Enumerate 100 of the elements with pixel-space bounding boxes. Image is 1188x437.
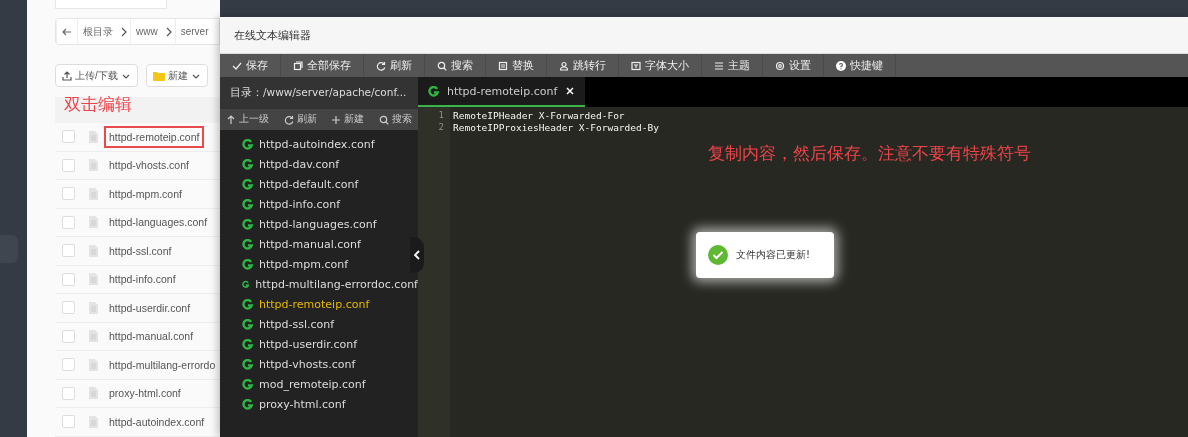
file-icon	[89, 415, 98, 428]
chevron-left-icon	[412, 250, 422, 260]
file-item[interactable]: httpd-info.conf	[259, 197, 341, 211]
search-icon	[378, 114, 389, 125]
dialog-title: 在线文本编辑器	[234, 27, 311, 43]
annotation-text: 复制内容，然后保存。注意不要有特殊符号	[708, 142, 1031, 165]
checkbox[interactable]	[62, 130, 75, 144]
file-item[interactable]: httpd-vhosts.conf	[259, 357, 356, 371]
copy-icon	[293, 60, 303, 71]
sidebar-tool-button[interactable]: 刷新	[283, 113, 317, 126]
g-logo-icon	[242, 318, 253, 330]
file-name[interactable]: httpd-userdir.conf	[104, 296, 196, 319]
breadcrumb-link[interactable]: 根目录	[77, 19, 118, 44]
tab[interactable]	[55, 0, 167, 9]
g-logo-icon	[242, 338, 253, 350]
file-item[interactable]: httpd-languages.conf	[259, 217, 377, 231]
g-logo-icon	[242, 358, 253, 370]
file-item[interactable]: httpd-mpm.conf	[259, 257, 349, 271]
sidebar-tool-button[interactable]: 新建	[331, 113, 365, 126]
g-logo-icon	[242, 258, 253, 270]
file-item[interactable]: mod_remoteip.conf	[259, 377, 366, 391]
g-logo-icon	[242, 138, 253, 150]
file-icon	[89, 187, 98, 200]
g-logo-icon	[242, 398, 253, 410]
font-box-icon	[631, 60, 641, 71]
g-logo-icon	[242, 198, 253, 210]
code-line: RemoteIPHeader X-Forwarded-For	[453, 110, 626, 122]
file-name[interactable]: httpd-languages.conf	[104, 211, 213, 234]
file-icon	[89, 244, 98, 257]
upload-button[interactable]: 上传/下载	[55, 64, 138, 87]
file-icon	[89, 358, 98, 371]
g-logo-icon	[242, 158, 253, 170]
upload-icon	[62, 70, 72, 81]
checkbox[interactable]	[62, 301, 75, 315]
close-icon	[565, 86, 576, 96]
code-line: RemoteIPProxiesHeader X-Forwarded-By	[453, 122, 660, 134]
toast-message: 文件内容已更新!	[736, 248, 810, 262]
file-name[interactable]: httpd-manual.conf	[104, 325, 199, 348]
sidebar-tool-button[interactable]: 上一级	[226, 113, 269, 126]
file-name[interactable]: httpd-vhosts.conf	[104, 154, 194, 177]
back-arrow-icon	[62, 26, 72, 37]
file-name[interactable]: httpd-autoindex.conf	[104, 410, 210, 433]
file-item[interactable]: httpd-manual.conf	[259, 237, 361, 251]
breadcrumb-link[interactable]: www	[130, 19, 163, 44]
file-item[interactable]: httpd-remoteip.conf	[259, 297, 370, 311]
file-name[interactable]: httpd-info.conf	[104, 268, 181, 291]
file-icon	[89, 159, 98, 172]
file-name[interactable]: httpd-remoteip.conf	[104, 125, 205, 148]
user-icon	[559, 60, 569, 71]
file-item[interactable]: httpd-autoindex.conf	[259, 137, 375, 151]
folder-icon	[152, 70, 165, 81]
g-logo-icon	[242, 178, 253, 190]
file-icon	[89, 387, 98, 400]
help-icon	[836, 60, 846, 71]
up-arrow-icon	[226, 114, 236, 125]
checkbox[interactable]	[62, 244, 75, 258]
file-icon	[89, 216, 98, 229]
file-name[interactable]: httpd-ssl.conf	[104, 239, 177, 262]
checkbox[interactable]	[62, 415, 75, 429]
search-icon	[437, 60, 447, 71]
file-item[interactable]: httpd-multilang-errordoc.conf	[255, 277, 418, 291]
breadcrumb-link[interactable]: server	[174, 19, 214, 44]
menu-icon	[714, 60, 724, 71]
file-icon	[89, 273, 98, 286]
line-number: 1	[437, 110, 445, 122]
plus-icon	[331, 114, 342, 125]
success-icon	[708, 245, 728, 265]
checkbox[interactable]	[62, 187, 75, 201]
file-icon	[89, 301, 98, 314]
list-box-icon	[498, 60, 508, 71]
file-item[interactable]: httpd-default.conf	[259, 177, 359, 191]
file-name[interactable]: httpd-mpm.conf	[104, 182, 187, 205]
file-item[interactable]: httpd-ssl.conf	[259, 317, 335, 331]
annotation-text: 双击编辑	[64, 93, 132, 116]
g-logo-icon	[428, 85, 439, 97]
file-item[interactable]: proxy-html.conf	[259, 397, 346, 411]
checkbox[interactable]	[62, 329, 75, 343]
file-name[interactable]: httpd-multilang-errordo	[104, 353, 220, 376]
checkbox[interactable]	[62, 386, 75, 400]
refresh-icon	[376, 60, 386, 71]
check-icon	[232, 60, 242, 71]
file-tab[interactable]: httpd-remoteip.conf	[418, 77, 586, 107]
file-item[interactable]: httpd-userdir.conf	[259, 337, 357, 351]
checkbox[interactable]	[62, 158, 75, 172]
sidebar-tool-button[interactable]: 搜索	[378, 113, 412, 126]
checkbox[interactable]	[62, 215, 75, 229]
checkbox[interactable]	[62, 272, 75, 286]
g-logo-icon	[242, 218, 253, 230]
new-button[interactable]: 新建	[145, 64, 208, 87]
collapse-handle[interactable]	[410, 237, 424, 273]
directory-path: 目录：/www/server/apache/conf...	[230, 86, 407, 100]
file-icon	[89, 130, 98, 143]
line-number: 2	[437, 122, 445, 134]
g-logo-icon	[242, 238, 253, 250]
settings-icon	[775, 60, 785, 71]
checkbox[interactable]	[62, 358, 75, 372]
file-name[interactable]: proxy-html.conf	[104, 382, 186, 405]
g-logo-icon	[242, 378, 253, 390]
refresh-icon	[283, 114, 294, 125]
file-item[interactable]: httpd-dav.conf	[259, 157, 340, 171]
